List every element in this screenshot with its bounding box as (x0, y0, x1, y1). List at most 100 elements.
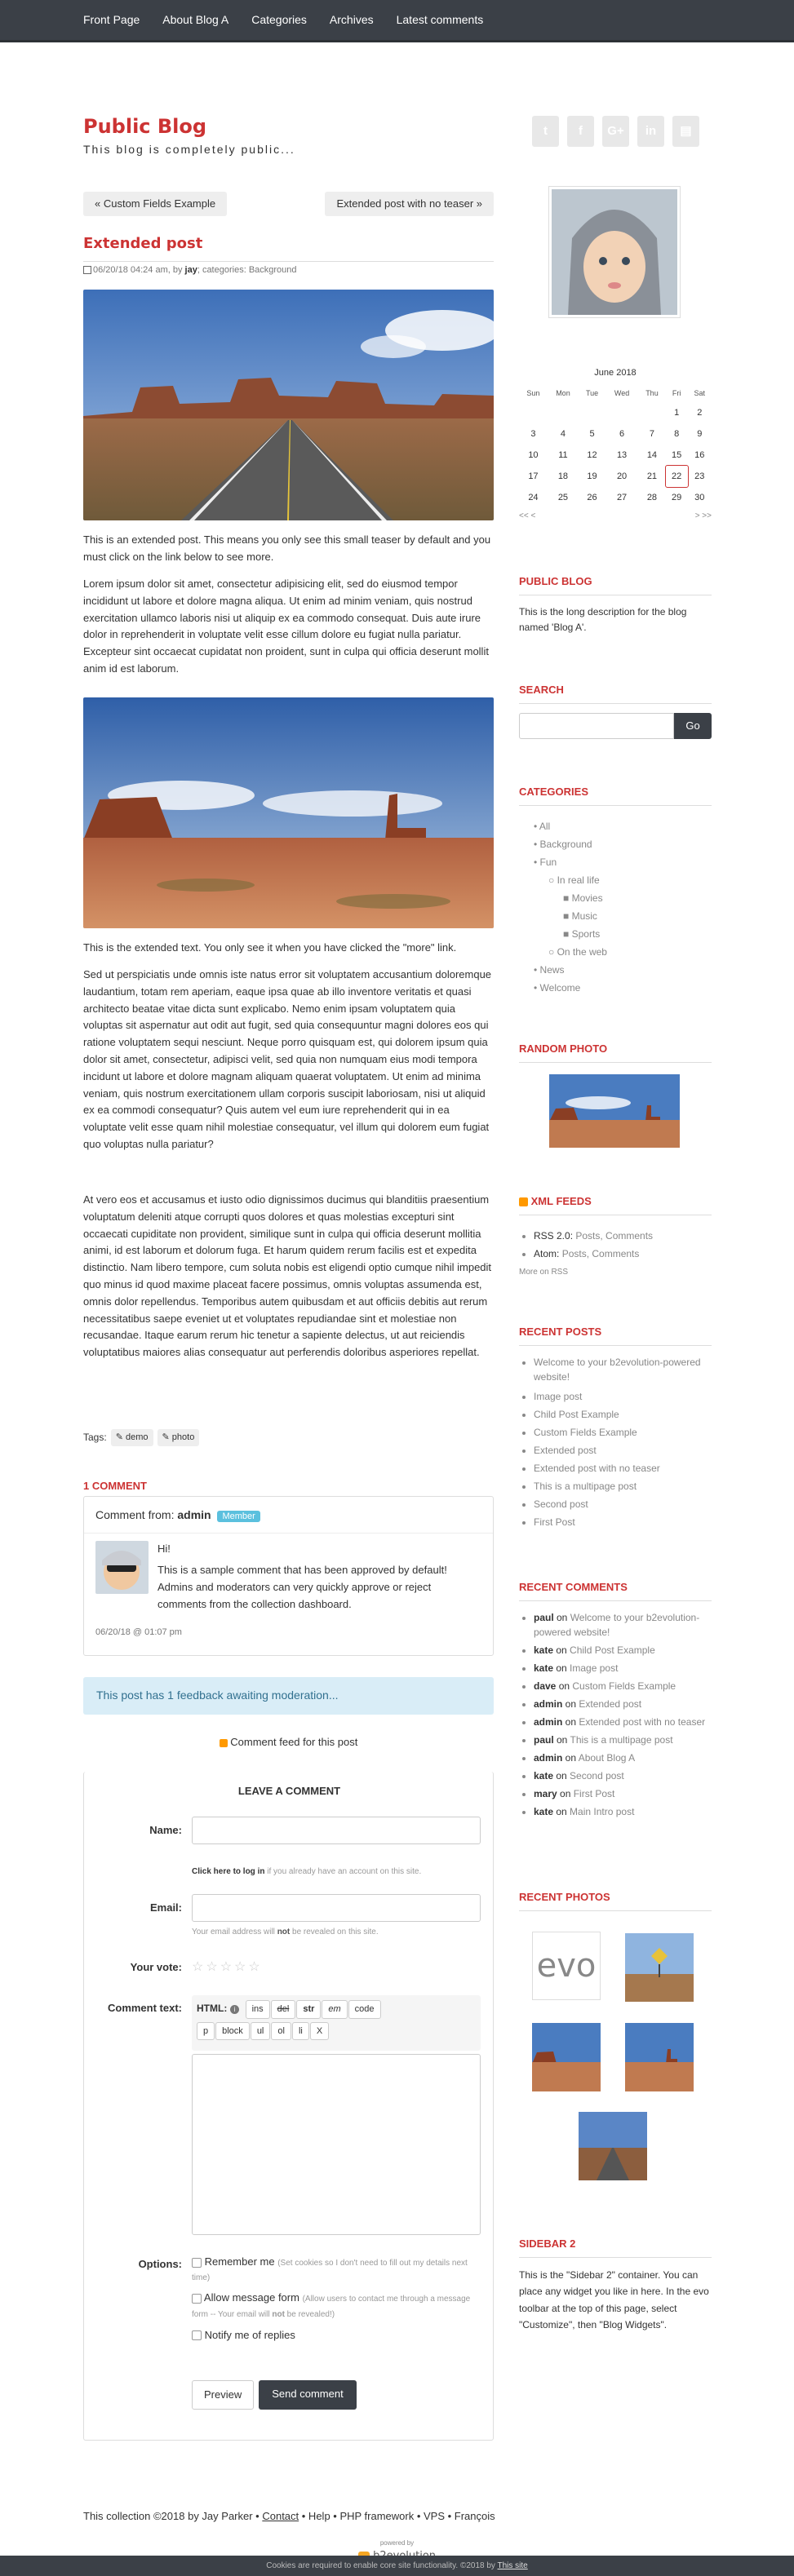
search-input[interactable] (519, 713, 674, 739)
calendar-day[interactable]: 15 (666, 445, 688, 466)
post-title[interactable]: Extended post (83, 232, 202, 255)
toolbar-close[interactable]: X (309, 2021, 330, 2040)
calendar-day[interactable]: 4 (548, 423, 579, 445)
recent-comment-post-link[interactable]: Second post (570, 1770, 624, 1782)
print-icon[interactable]: ▤ (672, 116, 699, 147)
calendar-day[interactable]: 23 (688, 466, 712, 487)
this-site-link[interactable]: This site (498, 2561, 528, 2570)
facebook-icon[interactable]: f (567, 116, 594, 147)
contact-link[interactable]: Contact (262, 2510, 299, 2522)
recent-comment-post-link[interactable]: This is a multipage post (570, 1734, 672, 1746)
recent-post-multipage[interactable]: This is a multipage post (534, 1481, 637, 1492)
road-photo[interactable] (83, 290, 494, 520)
rss-comments-link[interactable]: Comments (605, 1230, 653, 1242)
star-rating[interactable]: ☆☆☆☆☆ (192, 1958, 263, 1977)
calendar-day[interactable]: 29 (666, 487, 688, 508)
calendar-day[interactable]: 1 (666, 402, 688, 423)
calendar-day[interactable]: 28 (638, 487, 666, 508)
post-author-link[interactable]: jay (185, 265, 197, 275)
login-link[interactable]: Click here to log in (192, 1867, 264, 1876)
recent-post-image[interactable]: Image post (534, 1391, 582, 1402)
calendar-day[interactable]: 2 (688, 402, 712, 423)
cat-all[interactable]: All (539, 821, 550, 832)
recent-comment-post-link[interactable]: Custom Fields Example (572, 1680, 676, 1692)
tag-demo[interactable]: ✎ demo (110, 1429, 153, 1446)
cat-news[interactable]: News (540, 964, 565, 976)
recent-post-extended-no-teaser[interactable]: Extended post with no teaser (534, 1463, 660, 1474)
calendar-day[interactable]: 8 (666, 423, 688, 445)
prev-post-button[interactable]: « Custom Fields Example (83, 192, 228, 216)
recent-comment-post-link[interactable]: Child Post Example (570, 1644, 655, 1656)
calendar-day[interactable]: 10 (519, 445, 548, 466)
toolbar-block[interactable]: block (215, 2021, 250, 2040)
recent-comment-post-link[interactable]: Main Intro post (570, 1806, 634, 1817)
calendar-next[interactable]: > >> (695, 510, 712, 522)
edit-icon[interactable] (83, 266, 91, 275)
calendar-day[interactable]: 3 (519, 423, 548, 445)
toolbar-em[interactable]: em (322, 2000, 348, 2019)
toolbar-del[interactable]: del (270, 2000, 296, 2019)
recent-comment-post-link[interactable]: Extended post (579, 1698, 641, 1710)
atom-comments-link[interactable]: Comments (592, 1248, 639, 1259)
toolbar-code[interactable]: code (348, 2000, 381, 2019)
cat-sports[interactable]: Sports (572, 928, 601, 940)
recent-post-child[interactable]: Child Post Example (534, 1409, 619, 1420)
more-on-rss-link[interactable]: More on RSS (519, 1266, 568, 1278)
notify-replies-checkbox[interactable] (192, 2330, 202, 2341)
send-comment-button[interactable]: Send comment (259, 2380, 357, 2410)
recent-post-welcome[interactable]: Welcome to your b2evolution-powered webs… (534, 1357, 701, 1383)
googleplus-icon[interactable]: G+ (602, 116, 629, 147)
recent-post-extended[interactable]: Extended post (534, 1445, 597, 1456)
calendar-day[interactable]: 18 (548, 466, 579, 487)
calendar-day[interactable]: 13 (605, 445, 638, 466)
recent-photo-road[interactable] (579, 2112, 647, 2180)
calendar-day[interactable]: 16 (688, 445, 712, 466)
nav-categories[interactable]: Categories (251, 11, 307, 29)
monument-valley-photo[interactable] (83, 697, 494, 928)
info-icon[interactable]: i (229, 2005, 239, 2014)
calendar-prev[interactable]: << < (519, 510, 535, 522)
atom-posts-link[interactable]: Posts (562, 1248, 587, 1259)
recent-comment-post-link[interactable]: Image post (570, 1662, 618, 1674)
comment-author-link[interactable]: admin (177, 1508, 211, 1521)
comment-textarea[interactable] (192, 2054, 481, 2235)
blog-title[interactable]: Public Blog (83, 112, 206, 141)
cat-welcome[interactable]: Welcome (540, 982, 581, 994)
calendar-day[interactable]: 22 (664, 465, 689, 488)
cat-fun[interactable]: Fun (540, 856, 557, 868)
recent-photo-evo[interactable]: evo (532, 1932, 601, 2000)
calendar-day[interactable]: 11 (548, 445, 579, 466)
toolbar-li[interactable]: li (291, 2021, 309, 2040)
name-input[interactable] (192, 1817, 481, 1844)
calendar-day[interactable]: 21 (638, 466, 666, 487)
calendar-day[interactable]: 5 (579, 423, 605, 445)
cat-on-the-web[interactable]: On the web (557, 946, 607, 958)
toolbar-p[interactable]: p (197, 2021, 215, 2040)
blog-avatar[interactable] (548, 186, 681, 318)
rss-posts-link[interactable]: Posts (575, 1230, 600, 1242)
commenter-avatar[interactable] (95, 1541, 149, 1594)
calendar-day[interactable]: 19 (579, 466, 605, 487)
next-post-button[interactable]: Extended post with no teaser » (325, 192, 494, 216)
calendar-day[interactable]: 12 (579, 445, 605, 466)
calendar-day[interactable]: 27 (605, 487, 638, 508)
calendar-day[interactable]: 14 (638, 445, 666, 466)
calendar-day[interactable]: 17 (519, 466, 548, 487)
calendar-day[interactable]: 7 (638, 423, 666, 445)
recent-photo-monument-1[interactable] (532, 2023, 601, 2091)
recent-comment-post-link[interactable]: First Post (574, 1788, 615, 1799)
recent-comment-post-link[interactable]: About Blog A (579, 1752, 635, 1764)
toolbar-ul[interactable]: ul (250, 2021, 271, 2040)
calendar-day[interactable]: 25 (548, 487, 579, 508)
recent-post-first[interactable]: First Post (534, 1516, 575, 1528)
cat-music[interactable]: Music (572, 910, 597, 922)
recent-post-custom-fields[interactable]: Custom Fields Example (534, 1427, 637, 1438)
recent-comment-post-link[interactable]: Extended post with no teaser (579, 1716, 705, 1728)
nav-front-page[interactable]: Front Page (83, 11, 140, 29)
comment-feed-link[interactable]: Comment feed for this post (230, 1736, 357, 1748)
recent-photo-sign[interactable] (625, 1933, 694, 2002)
calendar-day[interactable]: 20 (605, 466, 638, 487)
comment-date[interactable]: 06/20/18 @ 01:07 pm (95, 1626, 182, 1640)
recent-post-second[interactable]: Second post (534, 1498, 588, 1510)
post-category-link[interactable]: Background (249, 265, 297, 275)
